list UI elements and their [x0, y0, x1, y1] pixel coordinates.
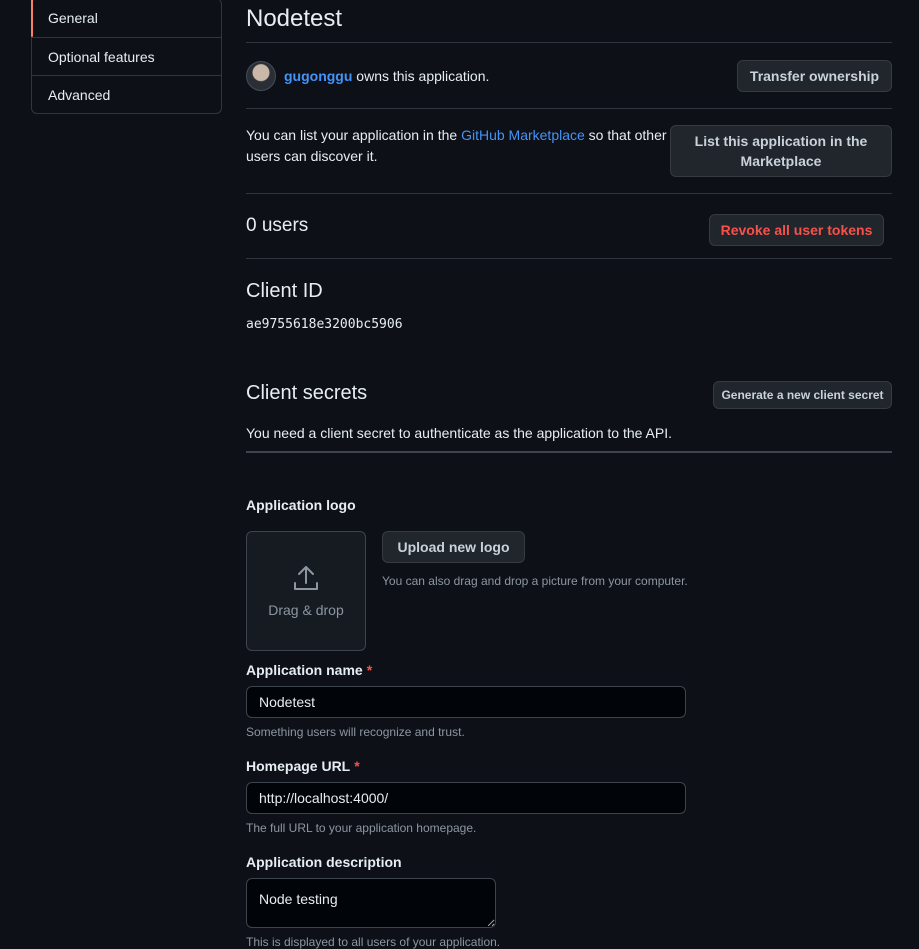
client-id-value: ae9755618e3200bc5906 [246, 317, 403, 332]
settings-sidebar: General Optional features Advanced [31, 0, 222, 114]
app-description-textarea[interactable]: Node testing [246, 878, 496, 928]
divider [246, 258, 892, 259]
app-name-note: Something users will recognize and trust… [246, 725, 465, 739]
app-description-label: Application description [246, 854, 402, 870]
section-divider [246, 451, 892, 453]
generate-secret-button[interactable]: Generate a new client secret [713, 381, 892, 409]
avatar [246, 61, 276, 91]
dropzone-text: Drag & drop [268, 602, 344, 618]
transfer-ownership-button[interactable]: Transfer ownership [737, 60, 892, 92]
page-title: Nodetest [246, 0, 892, 43]
client-id-heading: Client ID [246, 280, 323, 302]
required-asterisk: * [354, 758, 360, 774]
sidebar-item-label: Advanced [48, 87, 111, 103]
sidebar-item-advanced[interactable]: Advanced [32, 75, 221, 113]
app-name-label-text: Application name [246, 662, 363, 678]
divider [246, 108, 892, 109]
sidebar-item-label: Optional features [48, 49, 155, 65]
homepage-url-input[interactable] [246, 782, 686, 814]
app-settings-main: Nodetest gugonggu owns this application.… [246, 0, 892, 949]
logo-dropzone[interactable]: Drag & drop [246, 531, 366, 651]
list-marketplace-button[interactable]: List this application in the Marketplace [670, 125, 892, 177]
revoke-tokens-button[interactable]: Revoke all user tokens [709, 214, 884, 246]
app-description-note: This is displayed to all users of your a… [246, 935, 501, 949]
required-asterisk: * [366, 662, 373, 678]
sidebar-item-optional-features[interactable]: Optional features [32, 37, 221, 75]
app-name-label: Application name * [246, 662, 892, 678]
homepage-url-note: The full URL to your application homepag… [246, 821, 477, 835]
client-secrets-description: You need a client secret to authenticate… [246, 425, 673, 441]
homepage-url-label-text: Homepage URL [246, 758, 351, 774]
owner-text: owns this application. [352, 68, 490, 84]
marketplace-link[interactable]: GitHub Marketplace [461, 127, 585, 143]
marketplace-text: You can list your application in the Git… [246, 125, 676, 167]
homepage-url-label: Homepage URL * [246, 758, 892, 774]
app-logo-label: Application logo [246, 497, 356, 513]
upload-logo-button[interactable]: Upload new logo [382, 531, 525, 563]
sidebar-item-general[interactable]: General [31, 0, 221, 37]
marketplace-text-before: You can list your application in the [246, 127, 462, 143]
upload-note: You can also drag and drop a picture fro… [382, 574, 688, 588]
sidebar-item-label: General [48, 10, 98, 26]
owner-link[interactable]: gugonggu [284, 68, 352, 84]
app-name-input[interactable] [246, 686, 686, 718]
divider [246, 193, 892, 194]
upload-icon [294, 566, 318, 590]
